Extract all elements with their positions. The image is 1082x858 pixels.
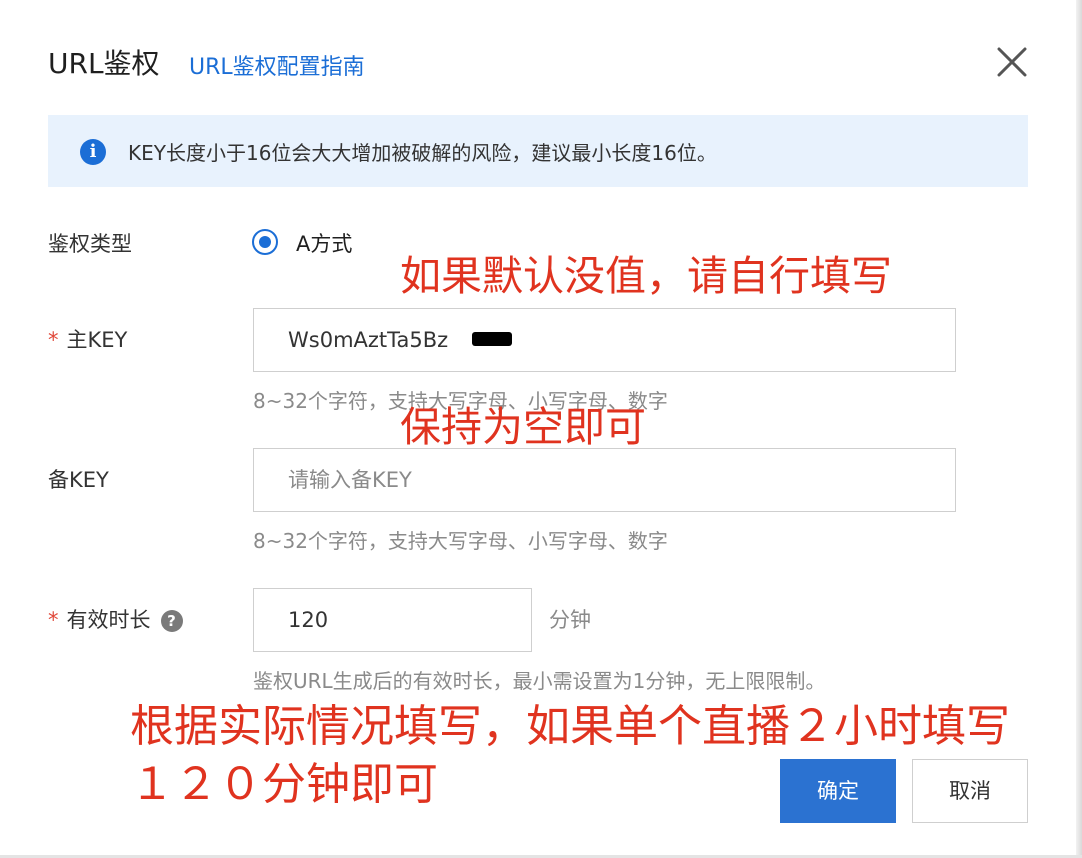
valid-duration-help: 鉴权URL生成后的有效时长，最小需设置为1分钟，无上限限制。	[253, 669, 826, 693]
primary-key-value: Ws0mAztTa5Bz	[288, 328, 449, 352]
primary-key-input[interactable]: Ws0mAztTa5Bz	[253, 308, 956, 372]
dialog-title: URL鉴权	[48, 47, 160, 80]
required-mark: *	[48, 608, 59, 632]
required-mark: *	[48, 328, 59, 352]
close-icon	[997, 47, 1027, 77]
backup-key-placeholder: 请输入备KEY	[288, 468, 412, 492]
valid-duration-label-text: 有效时长	[66, 608, 151, 632]
duration-unit: 分钟	[549, 608, 591, 632]
backup-key-help: 8~32个字符，支持大写字母、小写字母、数字	[253, 529, 668, 553]
annotation-duration: 根据实际情况填写，如果单个直播２小时填写１２０分钟即可	[130, 701, 1010, 810]
backup-key-label: 备KEY	[48, 468, 109, 492]
auth-type-radio-a[interactable]	[252, 229, 278, 255]
info-icon: i	[80, 139, 106, 165]
dialog-shadow-right	[1076, 0, 1082, 858]
question-icon[interactable]: ?	[160, 610, 183, 632]
valid-duration-label: * 有效时长?	[48, 604, 183, 634]
warning-alert: i KEY长度小于16位会大大增加被破解的风险，建议最小长度16位。	[48, 115, 1028, 187]
url-auth-dialog: URL鉴权 URL鉴权配置指南 i KEY长度小于16位会大大增加被破解的风险，…	[0, 0, 1082, 858]
primary-key-label: * 主KEY	[48, 324, 127, 354]
close-button[interactable]	[992, 42, 1032, 82]
auth-type-option-label[interactable]: A方式	[296, 228, 352, 258]
config-guide-link[interactable]: URL鉴权配置指南	[189, 49, 365, 81]
primary-key-label-text: 主KEY	[66, 328, 128, 352]
alert-text: KEY长度小于16位会大大增加被破解的风险，建议最小长度16位。	[128, 141, 717, 165]
redaction-mark	[472, 332, 512, 346]
valid-duration-input[interactable]: 120	[253, 588, 532, 652]
annotation-keep-empty: 保持为空即可	[400, 403, 646, 451]
annotation-default-empty: 如果默认没值，请自行填写	[400, 252, 892, 300]
valid-duration-value: 120	[288, 608, 329, 632]
auth-type-label: 鉴权类型	[48, 232, 132, 256]
backup-key-input[interactable]: 请输入备KEY	[253, 448, 956, 512]
